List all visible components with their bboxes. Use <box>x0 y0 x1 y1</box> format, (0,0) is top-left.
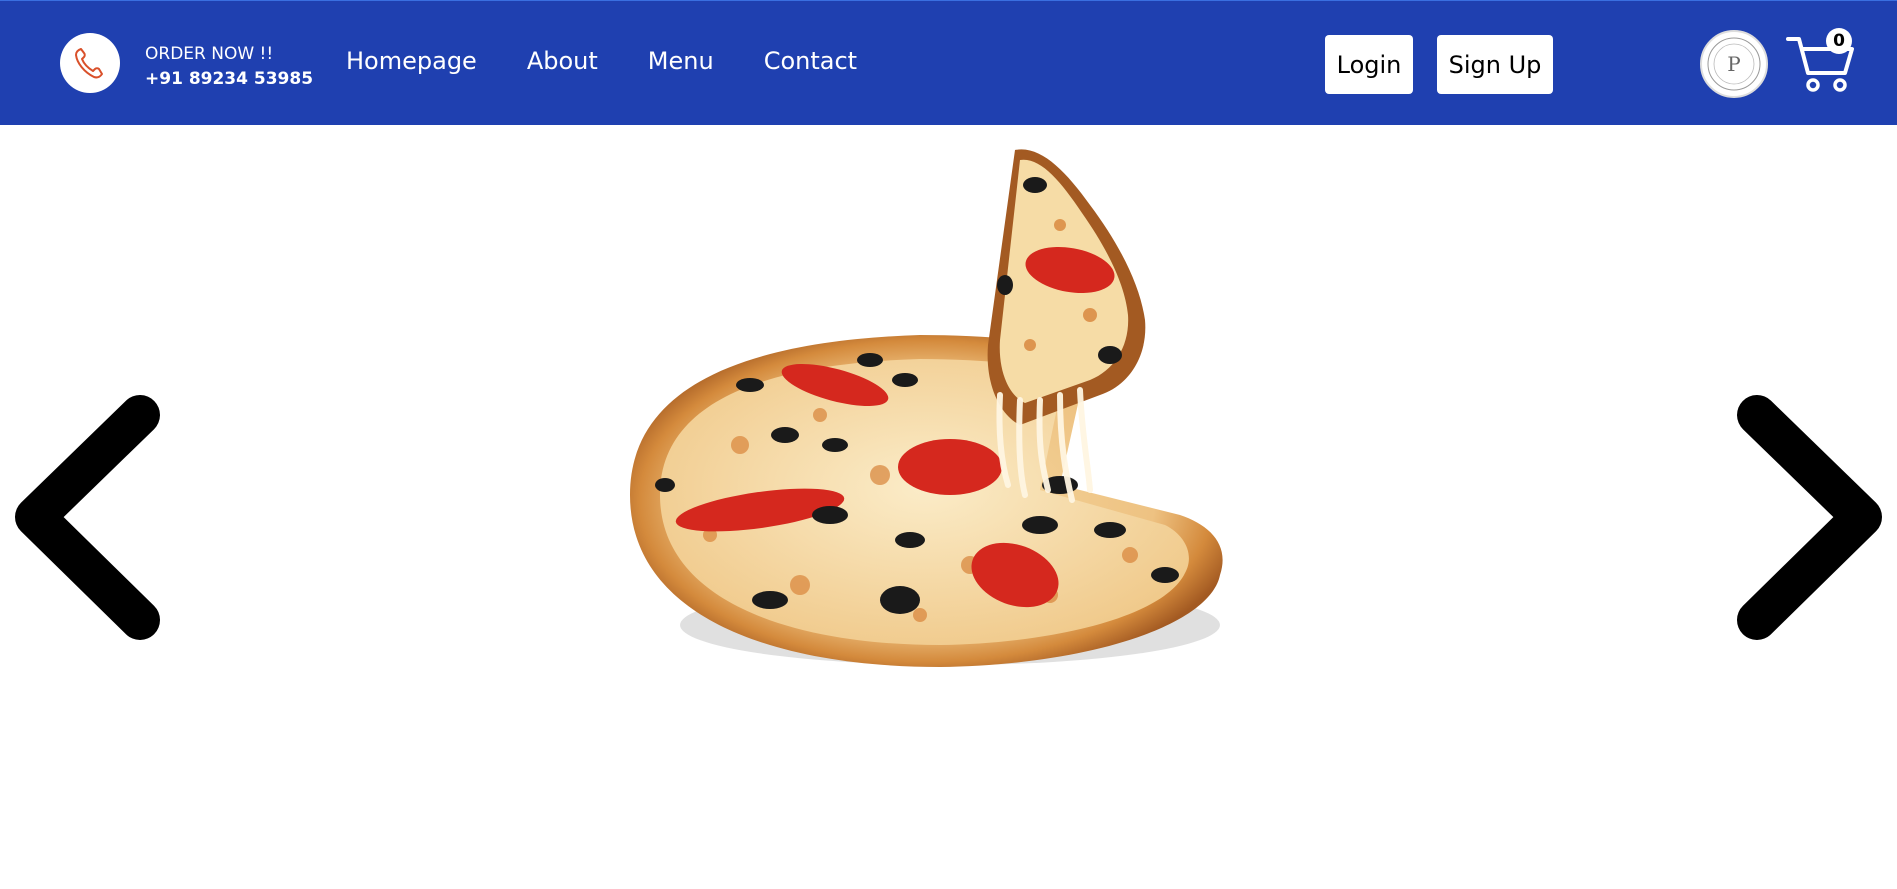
cart-count-badge: 0 <box>1826 28 1852 54</box>
nav-contact[interactable]: Contact <box>764 47 857 75</box>
main-nav: Homepage About Menu Contact <box>346 47 857 75</box>
signup-button[interactable]: Sign Up <box>1437 35 1553 94</box>
carousel-slide-image <box>630 149 1223 667</box>
brand-logo-mark: P <box>1707 37 1761 91</box>
login-button[interactable]: Login <box>1325 35 1413 94</box>
nav-about[interactable]: About <box>527 47 598 75</box>
phone-icon <box>75 48 103 79</box>
phone-button[interactable] <box>60 33 120 93</box>
navbar: ORDER NOW !! +91 89234 53985 Homepage Ab… <box>0 0 1897 125</box>
chevron-left-icon[interactable] <box>0 395 170 640</box>
order-now-label: ORDER NOW !! <box>145 44 274 64</box>
chevron-right-icon[interactable] <box>1727 395 1897 640</box>
nav-homepage[interactable]: Homepage <box>346 47 477 75</box>
nav-menu[interactable]: Menu <box>648 47 714 75</box>
brand-logo[interactable]: P <box>1700 30 1768 98</box>
brand-logo-letter: P <box>1727 52 1740 76</box>
order-now-block: ORDER NOW !! +91 89234 53985 <box>145 42 313 92</box>
phone-number: +91 89234 53985 <box>145 69 314 89</box>
